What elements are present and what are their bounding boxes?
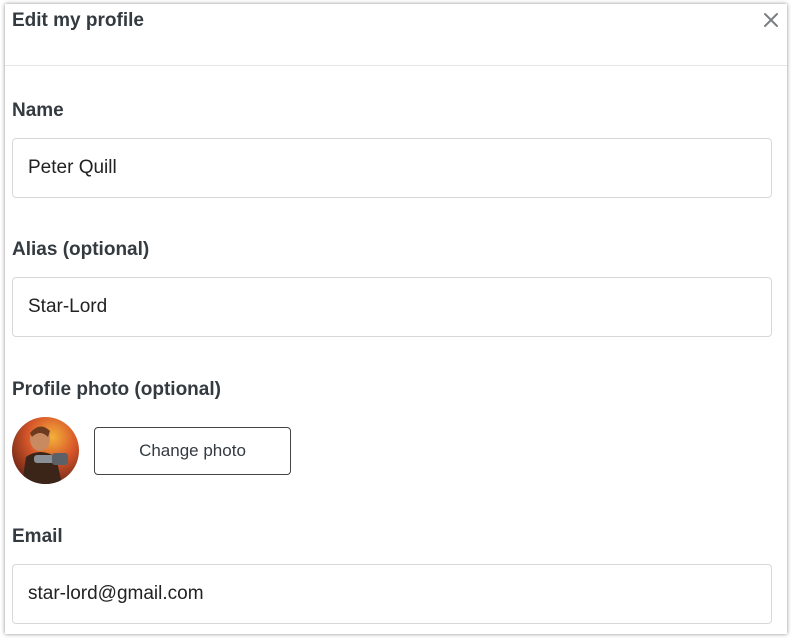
- name-label: Name: [12, 100, 64, 121]
- email-input[interactable]: [12, 564, 772, 624]
- name-input[interactable]: [12, 138, 772, 198]
- close-button[interactable]: [761, 10, 781, 30]
- edit-profile-dialog: Edit my profile Name Alias (optional) Pr…: [5, 4, 787, 634]
- close-icon: [764, 13, 778, 27]
- email-label: Email: [12, 526, 63, 547]
- profile-photo-label: Profile photo (optional): [12, 379, 221, 400]
- avatar: [12, 417, 79, 484]
- change-photo-button[interactable]: Change photo: [94, 427, 291, 475]
- dialog-header: Edit my profile: [5, 4, 787, 66]
- alias-input[interactable]: [12, 277, 772, 337]
- dialog-title: Edit my profile: [12, 10, 144, 31]
- alias-label: Alias (optional): [12, 239, 150, 260]
